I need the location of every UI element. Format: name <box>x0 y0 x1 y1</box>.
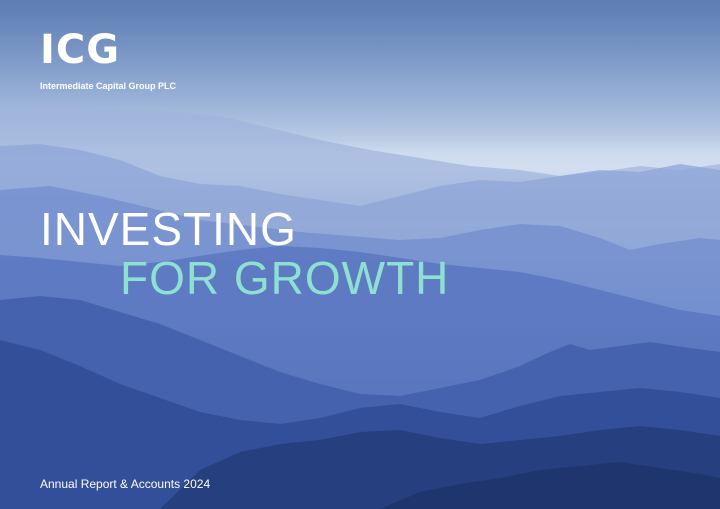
report-cover: ICG Intermediate Capital Group PLC INVES… <box>0 0 720 509</box>
headline-line-1: INVESTING <box>40 203 297 255</box>
document-title: Annual Report & Accounts 2024 <box>40 477 211 491</box>
icg-logo: ICG <box>40 27 121 73</box>
headline-line-2: FOR GROWTH <box>120 252 450 304</box>
company-name: Intermediate Capital Group PLC <box>40 81 177 91</box>
